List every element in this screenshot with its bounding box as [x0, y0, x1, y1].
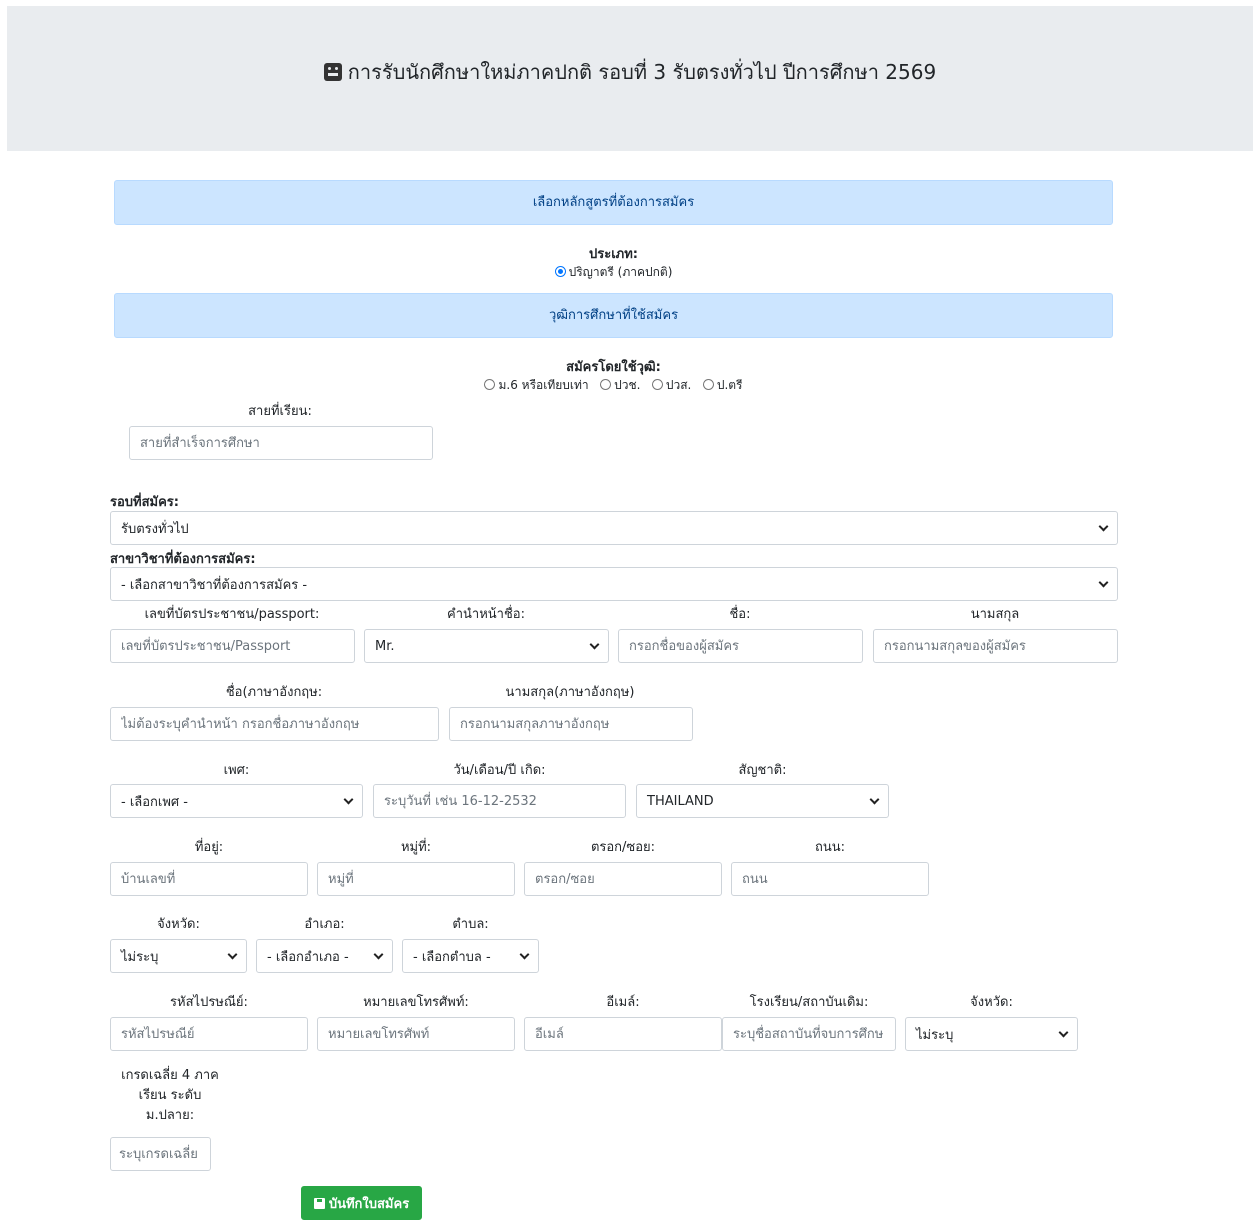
school-label: โรงเรียน/สถาบันเดิม:: [749, 995, 869, 1010]
user-secret-icon: [323, 63, 342, 81]
type-label: ประเภท:: [589, 247, 638, 262]
qualification-option-label: ปวส.: [665, 378, 692, 392]
postcode-label: รหัสไปรษณีย์:: [170, 995, 248, 1010]
surname-label: นามสกุล: [970, 607, 1020, 622]
district-select[interactable]: - เลือกอำเภอ -: [256, 939, 393, 973]
qualification-option-bachelor[interactable]: ป.ตรี: [702, 378, 743, 392]
qualification-option-label: ม.6 หรือเทียบเท่า: [498, 378, 589, 392]
id-input[interactable]: [110, 629, 355, 663]
chevron-down-icon: [1098, 521, 1109, 531]
round-value: รับตรงทั่วไป: [121, 521, 189, 537]
gpa-label-line3: ม.ปลาย:: [145, 1108, 195, 1123]
stream-label: สายที่เรียน:: [248, 404, 312, 419]
email-input[interactable]: [524, 1017, 722, 1051]
surname-en-input[interactable]: [449, 707, 693, 741]
soi-input[interactable]: [524, 862, 722, 896]
house-input[interactable]: [110, 862, 308, 896]
surname-input[interactable]: [873, 629, 1118, 663]
chevron-down-icon: [343, 794, 354, 804]
province-label: จังหวัด:: [157, 917, 200, 932]
qualification-section-heading: วุฒิการศึกษาที่ใช้สมัคร: [114, 293, 1113, 338]
house-label: ที่อยู่:: [194, 840, 224, 855]
radio-pvs[interactable]: [651, 379, 663, 390]
gender-label: เพศ:: [223, 763, 250, 778]
prefix-select[interactable]: Mr.: [364, 629, 609, 663]
chevron-down-icon: [589, 639, 600, 649]
page-title: การรับนักศึกษาใหม่ภาคปกติ รอบที่ 3 รับตร…: [347, 60, 937, 84]
gpa-label: เกรดเฉลี่ย 4 ภาค เรียน ระดับ ม.ปลาย:: [110, 1066, 230, 1126]
road-label: ถนน:: [814, 840, 846, 855]
school-province-value: ไม่ระบุ: [916, 1027, 954, 1043]
name-en-input[interactable]: [110, 707, 439, 741]
chevron-down-icon: [1098, 577, 1109, 587]
name-input[interactable]: [618, 629, 863, 663]
save-application-button[interactable]: บันทึกใบสมัคร: [301, 1186, 422, 1220]
prefix-label: คำนำหน้าชื่อ:: [447, 607, 525, 622]
gender-value: - เลือกเพศ -: [121, 794, 188, 810]
district-label: อำเภอ:: [304, 917, 345, 932]
soi-label: ตรอก/ซอย:: [590, 840, 656, 855]
subdistrict-value: - เลือกตำบล -: [413, 949, 491, 965]
major-select[interactable]: - เลือกสาขาวิชาที่ต้องการสมัคร -: [110, 567, 1118, 601]
name-en-label: ชื่อ(ภาษาอังกฤษ:: [225, 685, 323, 700]
apply-qualification-label: สมัครโดยใช้วุฒิ:: [566, 360, 661, 375]
type-option[interactable]: ปริญาตรี (ภาคปกติ): [114, 263, 1113, 282]
qualification-option-label: ปวช.: [614, 378, 641, 392]
radio-m6[interactable]: [484, 379, 496, 390]
prefix-value: Mr.: [375, 638, 395, 654]
moo-label: หมู่ที่:: [400, 840, 432, 855]
dob-input[interactable]: [373, 784, 626, 818]
name-label: ชื่อ:: [729, 607, 751, 622]
qualification-option-label: ป.ตรี: [716, 378, 743, 392]
chevron-down-icon: [373, 949, 384, 959]
chevron-down-icon: [1058, 1027, 1069, 1037]
save-button-label: บันทึกใบสมัคร: [328, 1196, 410, 1212]
save-icon: [313, 1197, 325, 1209]
surname-en-label: นามสกุล(ภาษาอังกฤษ): [505, 685, 635, 700]
district-value: - เลือกอำเภอ -: [267, 949, 349, 965]
round-label: รอบที่สมัคร:: [110, 495, 179, 510]
school-province-label: จังหวัด:: [970, 995, 1013, 1010]
qualification-options: ม.6 หรือเทียบเท่า ปวช. ปวส. ป.ตรี: [114, 376, 1113, 395]
qualification-option-pvc[interactable]: ปวช.: [600, 378, 640, 392]
major-label: สาขาวิชาที่ต้องการสมัคร:: [110, 552, 256, 567]
email-label: อีเมล์:: [606, 995, 640, 1010]
round-select[interactable]: รับตรงทั่วไป: [110, 511, 1118, 545]
nationality-label: สัญชาติ:: [738, 763, 787, 778]
gpa-label-line2: เรียน ระดับ: [138, 1088, 202, 1103]
radio-bachelor[interactable]: [702, 379, 714, 390]
type-radio[interactable]: [554, 266, 566, 277]
phone-input[interactable]: [317, 1017, 515, 1051]
chevron-down-icon: [519, 949, 530, 959]
major-value: - เลือกสาขาวิชาที่ต้องการสมัคร -: [121, 577, 308, 593]
qualification-option-pvs[interactable]: ปวส.: [651, 378, 692, 392]
school-input[interactable]: [722, 1017, 896, 1051]
chevron-down-icon: [227, 949, 238, 959]
moo-input[interactable]: [317, 862, 515, 896]
postcode-input[interactable]: [110, 1017, 308, 1051]
stream-input[interactable]: [129, 426, 433, 460]
province-select[interactable]: ไม่ระบุ: [110, 939, 247, 973]
qualification-option-m6[interactable]: ม.6 หรือเทียบเท่า: [484, 378, 589, 392]
radio-pvc[interactable]: [600, 379, 612, 390]
province-value: ไม่ระบุ: [121, 949, 159, 965]
dob-label: วัน/เดือน/ปี เกิด:: [453, 763, 546, 778]
id-label: เลขที่บัตรประชาชน/passport:: [144, 607, 320, 622]
gpa-label-line1: เกรดเฉลี่ย 4 ภาค: [121, 1068, 219, 1083]
gender-select[interactable]: - เลือกเพศ -: [110, 784, 363, 818]
subdistrict-select[interactable]: - เลือกตำบล -: [402, 939, 539, 973]
nationality-value: THAILAND: [647, 793, 714, 809]
gpa-input[interactable]: [110, 1137, 211, 1171]
course-section-heading: เลือกหลักสูตรที่ต้องการสมัคร: [114, 180, 1113, 225]
type-option-label: ปริญาตรี (ภาคปกติ): [568, 265, 673, 279]
school-province-select[interactable]: ไม่ระบุ: [905, 1017, 1078, 1051]
page-title-wrap: การรับนักศึกษาใหม่ภาคปกติ รอบที่ 3 รับตร…: [7, 56, 1253, 88]
phone-label: หมายเลขโทรศัพท์:: [363, 995, 469, 1010]
subdistrict-label: ตำบล:: [452, 917, 489, 932]
road-input[interactable]: [731, 862, 929, 896]
nationality-select[interactable]: THAILAND: [636, 784, 889, 818]
chevron-down-icon: [869, 794, 880, 804]
